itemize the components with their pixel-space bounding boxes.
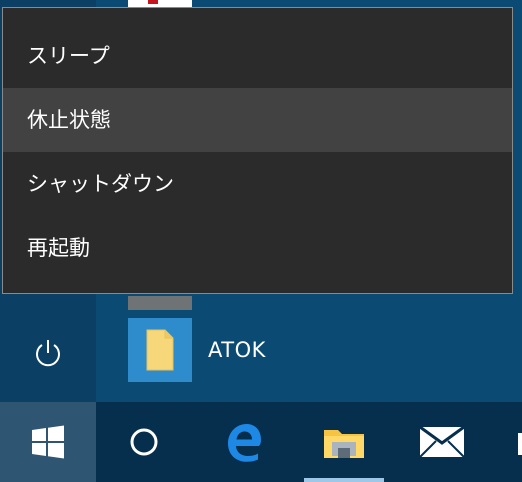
atok-label[interactable]: ATOK xyxy=(208,338,266,362)
menu-item-hibernate[interactable]: 休止状態 xyxy=(3,88,512,152)
mail-icon xyxy=(419,425,465,458)
mail-taskbar-button[interactable] xyxy=(402,402,482,482)
windows-logo-icon xyxy=(32,425,64,459)
active-app-indicator xyxy=(304,478,384,482)
power-icon xyxy=(36,340,60,367)
power-options-menu: スリープ 休止状態 シャットダウン 再起動 xyxy=(2,7,513,294)
taskbar xyxy=(0,402,522,482)
cortana-search-button[interactable] xyxy=(104,402,184,482)
atok-app-tile[interactable] xyxy=(128,318,192,382)
partial-app-icon xyxy=(518,433,522,455)
cortana-circle-icon xyxy=(130,428,158,456)
partial-taskbar-button[interactable] xyxy=(502,402,522,482)
menu-item-shutdown[interactable]: シャットダウン xyxy=(3,152,512,216)
start-button[interactable] xyxy=(0,402,96,482)
partial-app-tile-gray[interactable] xyxy=(128,296,192,310)
edge-icon xyxy=(228,424,261,462)
document-icon xyxy=(146,329,174,371)
file-explorer-icon xyxy=(324,430,364,458)
menu-item-restart[interactable]: 再起動 xyxy=(3,216,512,280)
power-button[interactable] xyxy=(20,330,76,378)
edge-taskbar-button[interactable] xyxy=(204,402,284,482)
menu-item-sleep[interactable]: スリープ xyxy=(3,24,512,88)
tile-accent-mark xyxy=(148,0,158,4)
file-explorer-taskbar-button[interactable] xyxy=(304,402,384,482)
